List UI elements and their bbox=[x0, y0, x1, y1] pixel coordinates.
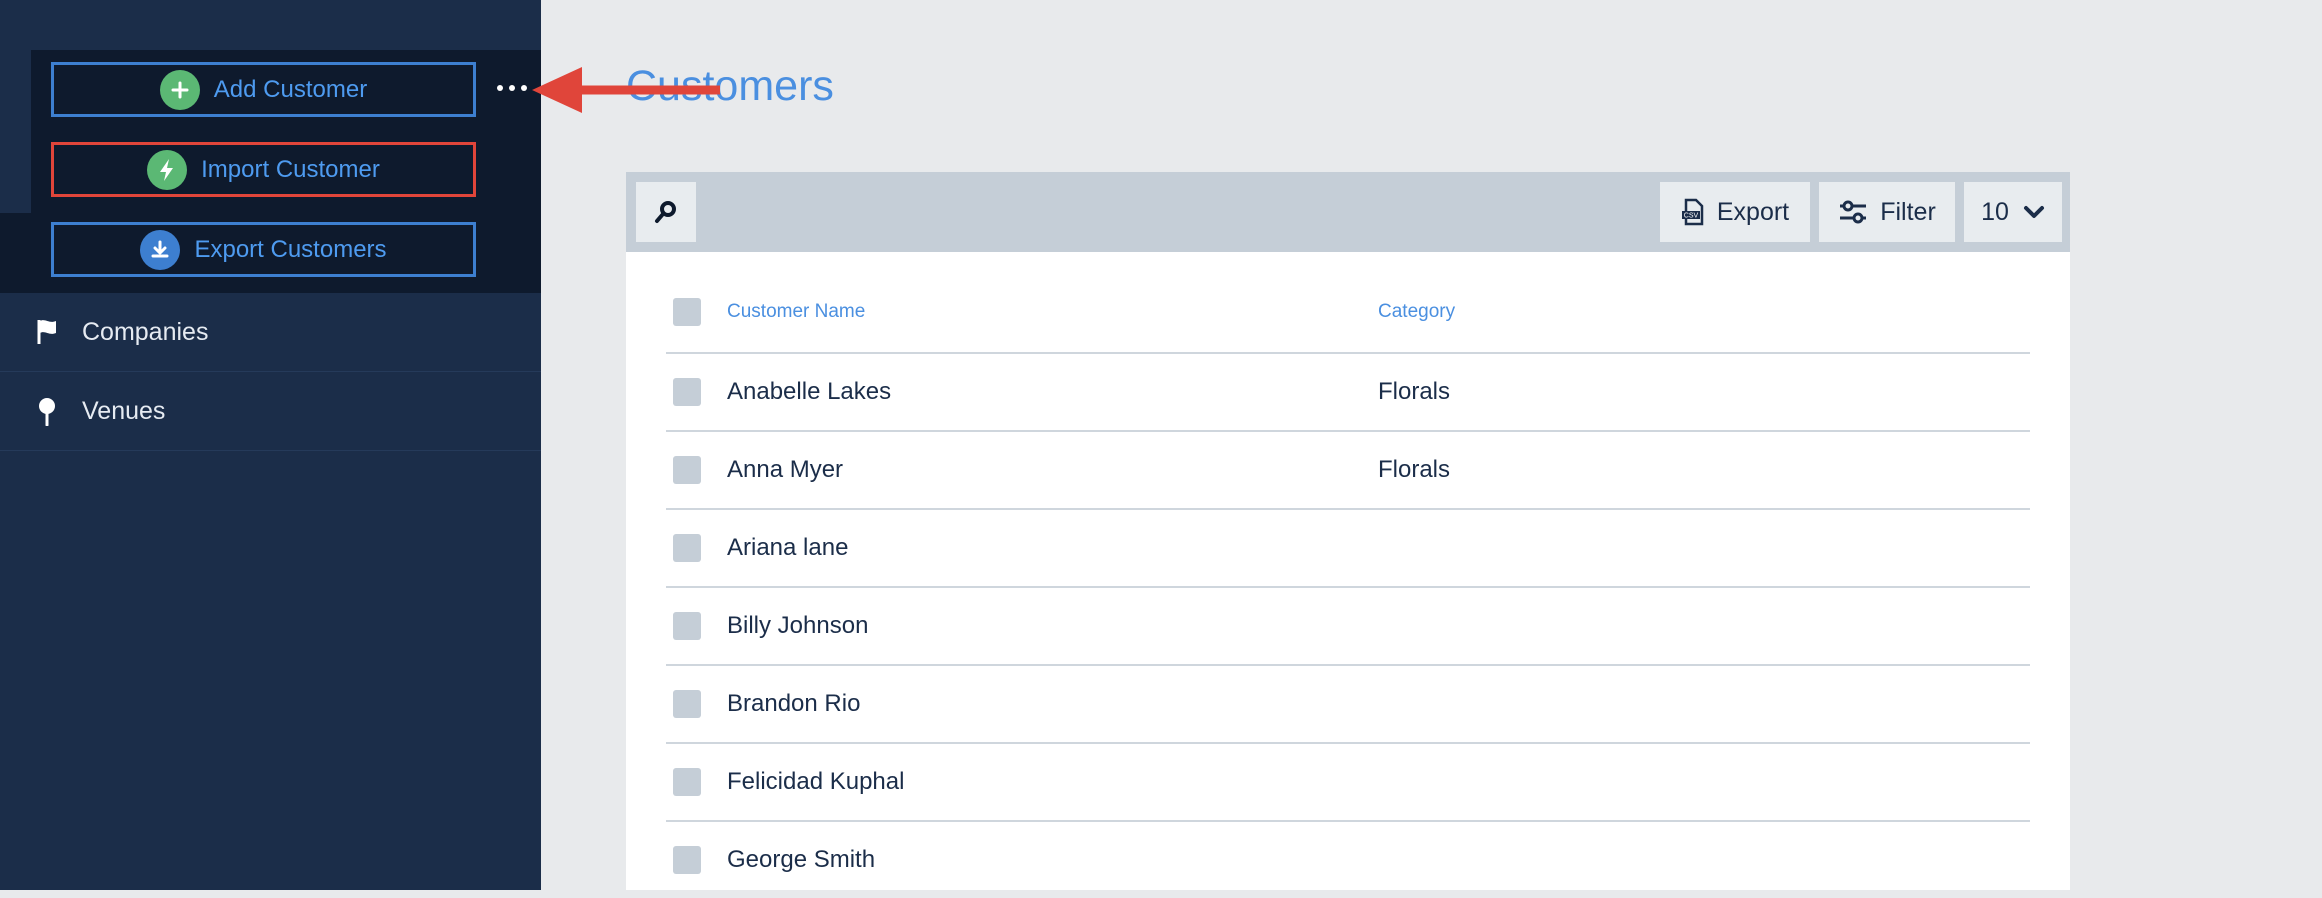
export-label: Export bbox=[1716, 197, 1790, 226]
table-toolbar: CSV Export Filter 10 bbox=[626, 172, 2070, 252]
table-header-row: Customer Name Category bbox=[666, 272, 2030, 354]
customer-name-cell: George Smith bbox=[727, 846, 876, 873]
row-checkbox[interactable] bbox=[673, 534, 701, 562]
customer-name-cell: Ariana lane bbox=[727, 534, 849, 561]
map-pin-icon bbox=[32, 396, 62, 426]
table-row[interactable]: Anna Myer Florals bbox=[666, 432, 2030, 510]
per-page-value: 10 bbox=[1981, 197, 2009, 226]
filter-label: Filter bbox=[1880, 197, 1936, 226]
export-customers-label: Export Customers bbox=[194, 235, 387, 263]
sidebar-item-label: Venues bbox=[82, 396, 166, 425]
row-checkbox[interactable] bbox=[673, 456, 701, 484]
table-row[interactable]: Brandon Rio bbox=[666, 666, 2030, 744]
lightning-icon bbox=[147, 149, 188, 190]
sidebar-item-venues[interactable]: Venues bbox=[0, 372, 541, 451]
customer-actions-dropdown: Add Customer Import Customer Export Cust… bbox=[31, 50, 541, 293]
category-cell: Florals bbox=[1378, 378, 1451, 405]
table-row[interactable]: George Smith bbox=[666, 822, 2030, 898]
import-customer-button[interactable]: Import Customer bbox=[51, 142, 476, 197]
plus-icon bbox=[159, 69, 200, 110]
column-header-category[interactable]: Category bbox=[1378, 301, 1455, 323]
sliders-icon bbox=[1840, 200, 1867, 224]
select-all-checkbox[interactable] bbox=[673, 298, 701, 326]
row-checkbox[interactable] bbox=[673, 378, 701, 406]
export-csv-button[interactable]: CSV Export bbox=[1660, 182, 1810, 242]
customer-name-cell: Anabelle Lakes bbox=[727, 378, 892, 405]
table-row[interactable]: Ariana lane bbox=[666, 510, 2030, 588]
more-options-icon[interactable] bbox=[497, 78, 527, 98]
row-checkbox[interactable] bbox=[673, 612, 701, 640]
category-cell: Florals bbox=[1378, 456, 1451, 483]
chevron-down-icon bbox=[2023, 206, 2044, 218]
csv-file-icon: CSV bbox=[1681, 198, 1704, 226]
table-row[interactable]: Anabelle Lakes Florals bbox=[666, 354, 2030, 432]
export-customers-button[interactable]: Export Customers bbox=[51, 222, 476, 277]
row-checkbox[interactable] bbox=[673, 690, 701, 718]
flag-icon bbox=[32, 318, 62, 346]
customer-name-cell: Felicidad Kuphal bbox=[727, 768, 905, 795]
customer-name-cell: Billy Johnson bbox=[727, 612, 869, 639]
sidebar: Add Customer Import Customer Export Cust… bbox=[0, 0, 541, 890]
svg-text:CSV: CSV bbox=[1684, 213, 1699, 220]
add-customer-label: Add Customer bbox=[213, 75, 368, 103]
table-row[interactable]: Billy Johnson bbox=[666, 588, 2030, 666]
row-checkbox[interactable] bbox=[673, 768, 701, 796]
row-checkbox[interactable] bbox=[673, 846, 701, 874]
import-customer-label: Import Customer bbox=[201, 155, 380, 183]
annotation-arrow-icon bbox=[532, 67, 720, 113]
add-customer-button[interactable]: Add Customer bbox=[51, 62, 476, 117]
customer-name-cell: Anna Myer bbox=[727, 456, 844, 483]
filter-button[interactable]: Filter bbox=[1819, 182, 1955, 242]
search-button[interactable] bbox=[636, 182, 696, 242]
search-icon bbox=[655, 201, 676, 223]
column-header-customer-name[interactable]: Customer Name bbox=[727, 301, 1378, 323]
table-row[interactable]: Felicidad Kuphal bbox=[666, 744, 2030, 822]
per-page-select[interactable]: 10 bbox=[1964, 182, 2062, 242]
customer-name-cell: Brandon Rio bbox=[727, 690, 861, 717]
customers-table-panel: CSV Export Filter 10 Customer Name Categ… bbox=[626, 172, 2070, 890]
sidebar-item-companies[interactable]: Companies bbox=[0, 293, 541, 372]
sidebar-item-label: Companies bbox=[82, 317, 209, 346]
download-icon bbox=[140, 229, 181, 270]
